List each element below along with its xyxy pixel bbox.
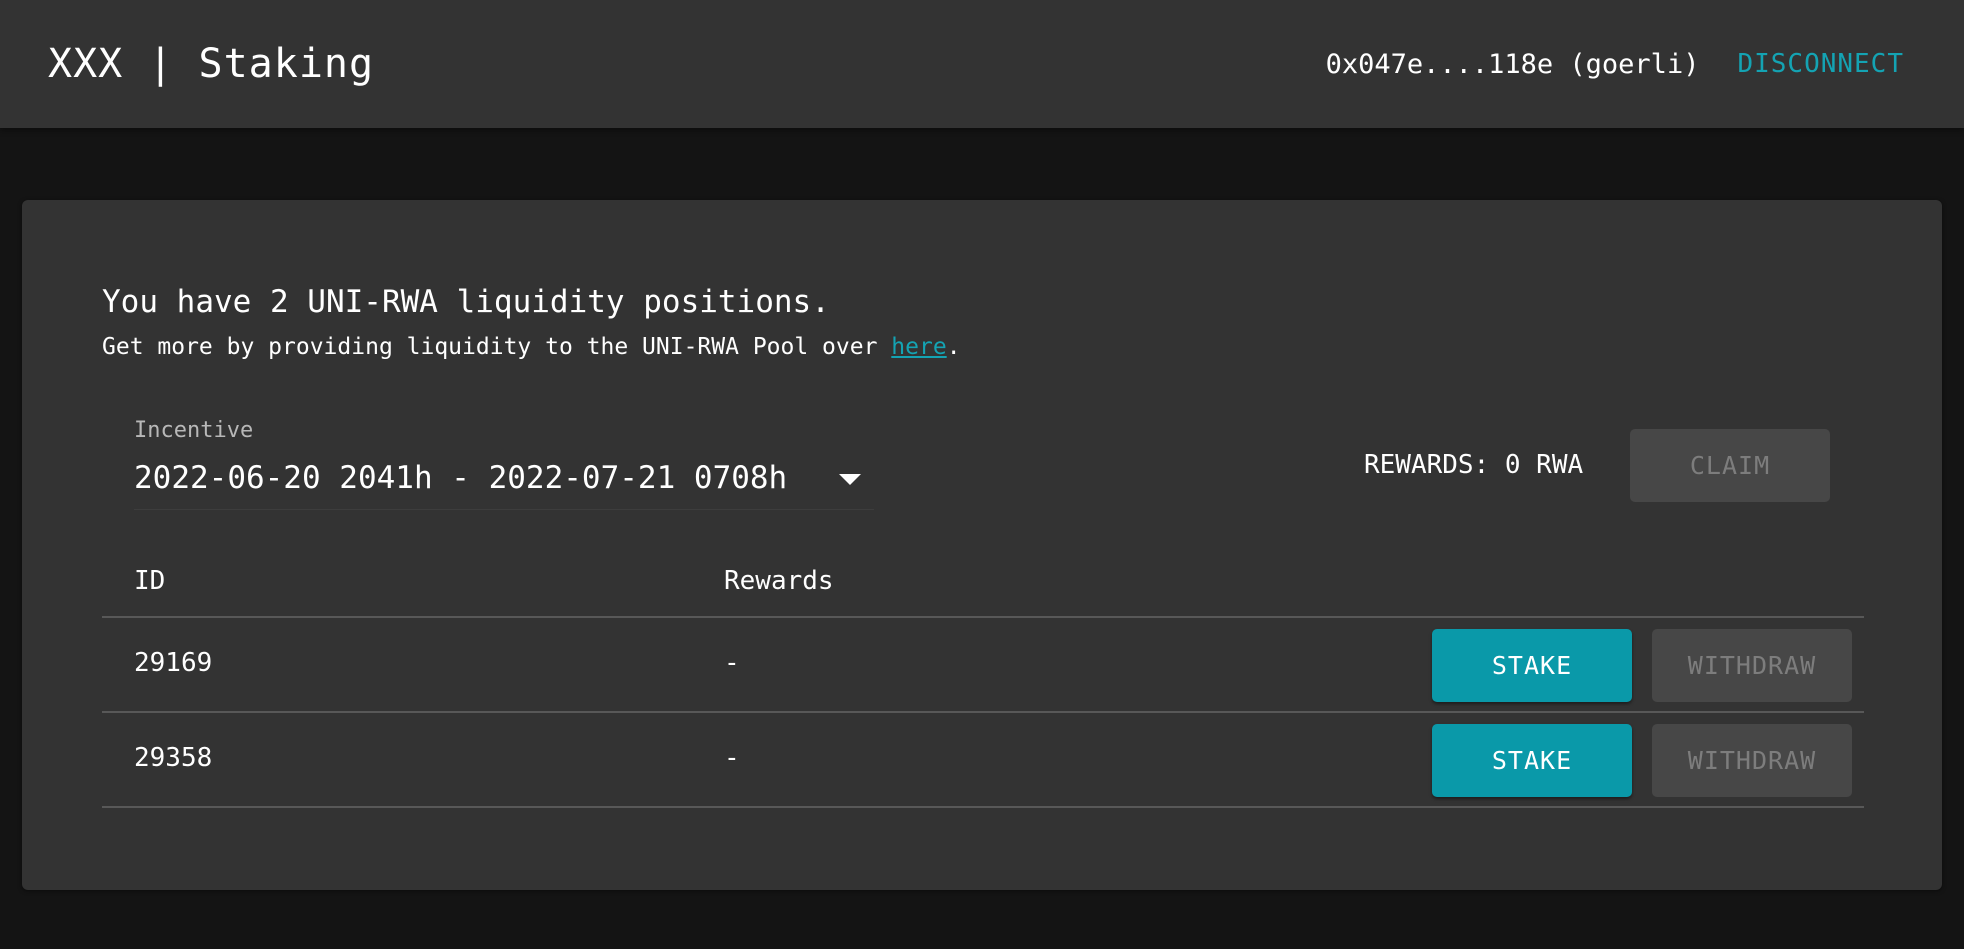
withdraw-button[interactable]: WITHDRAW	[1652, 724, 1852, 797]
staking-card: You have 2 UNI-RWA liquidity positions. …	[22, 200, 1942, 890]
positions-subline: Get more by providing liquidity to the U…	[102, 334, 961, 360]
incentive-value: 2022-06-20 2041h - 2022-07-21 0708h	[134, 460, 788, 496]
incentive-select[interactable]: Incentive 2022-06-20 2041h - 2022-07-21 …	[134, 418, 874, 510]
table-row: 29358 - STAKE WITHDRAW	[102, 713, 1864, 808]
stake-button[interactable]: STAKE	[1432, 629, 1632, 702]
claim-button[interactable]: CLAIM	[1630, 429, 1830, 502]
positions-headline: You have 2 UNI-RWA liquidity positions.	[102, 284, 830, 320]
wallet-address: 0x047e....118e (goerli)	[1325, 48, 1700, 80]
positions-table-header: ID Rewards	[102, 560, 1864, 618]
subline-text: Get more by providing liquidity to the U…	[102, 334, 892, 360]
caret-down-icon	[839, 474, 861, 485]
app-title: XXX | Staking	[48, 41, 375, 87]
subline-suffix: .	[946, 334, 961, 360]
position-id: 29358	[134, 743, 213, 773]
position-id: 29169	[134, 648, 213, 678]
position-rewards: -	[724, 648, 740, 678]
disconnect-button[interactable]: DISCONNECT	[1737, 45, 1904, 83]
pool-link[interactable]: here	[891, 334, 946, 360]
column-header-rewards: Rewards	[724, 566, 834, 596]
app-bar: XXX | Staking 0x047e....118e (goerli) DI…	[0, 0, 1964, 128]
position-rewards: -	[724, 743, 740, 773]
withdraw-button[interactable]: WITHDRAW	[1652, 629, 1852, 702]
table-row: 29169 - STAKE WITHDRAW	[102, 618, 1864, 713]
stake-button[interactable]: STAKE	[1432, 724, 1632, 797]
rewards-total: REWARDS: 0 RWA	[1364, 450, 1584, 480]
app-bar-actions: 0x047e....118e (goerli) DISCONNECT	[1326, 45, 1904, 83]
column-header-id: ID	[134, 566, 166, 596]
incentive-label: Incentive	[134, 418, 254, 443]
